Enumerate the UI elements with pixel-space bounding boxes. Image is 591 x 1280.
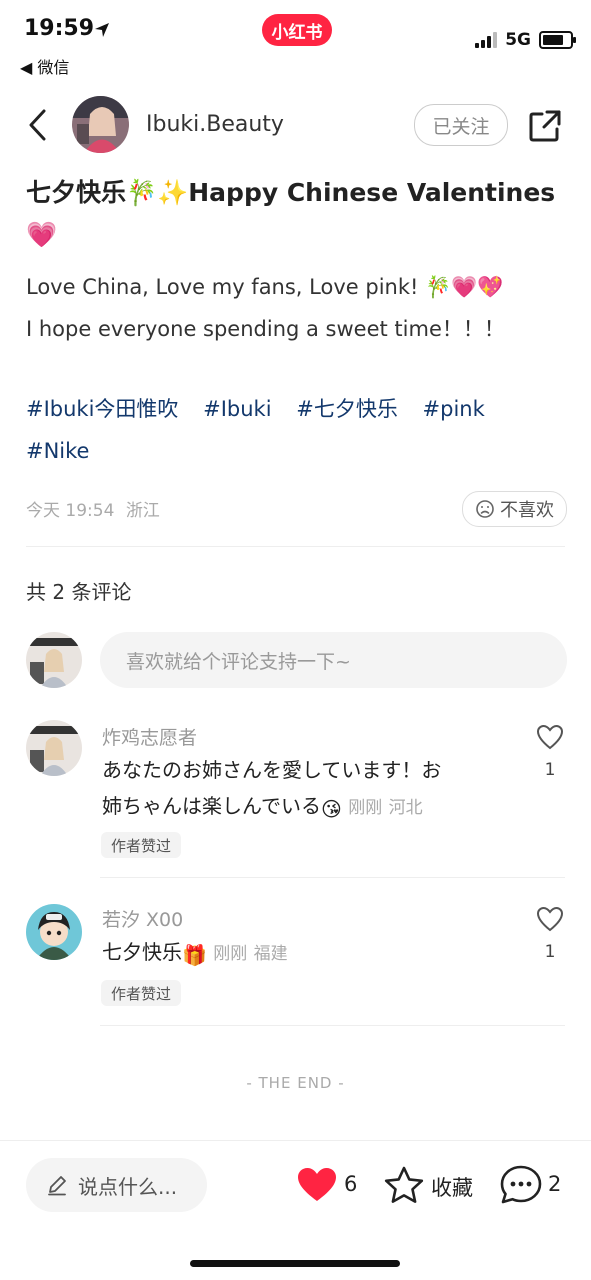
post-body-line: I hope everyone spending a sweet time！！！	[26, 317, 505, 341]
commenter-avatar[interactable]	[26, 720, 82, 776]
divider	[26, 546, 565, 547]
comment-username[interactable]: 炸鸡志愿者	[102, 723, 197, 750]
tag-link[interactable]: #pink	[423, 397, 485, 421]
post-date: 今天 19:54	[26, 501, 115, 521]
like-heart-icon[interactable]	[296, 1166, 338, 1204]
network-type: 5G	[505, 30, 531, 50]
dislike-label: 不喜欢	[500, 500, 554, 521]
my-avatar	[26, 632, 82, 688]
comment-bubble-icon[interactable]	[499, 1164, 543, 1206]
comment-text-line: 姉ちゃんは楽しんでいる😘 刚刚 河北	[102, 788, 502, 827]
comment-like-count: 1	[544, 942, 556, 962]
author-avatar[interactable]	[72, 96, 129, 153]
post-tags: #Ibuki今田惟吹 #Ibuki #七夕快乐 #pink #Nike	[26, 388, 571, 472]
comment-time: 刚刚	[213, 944, 248, 964]
home-indicator	[190, 1260, 400, 1267]
post-meta: 今天 19:54 浙江	[26, 496, 160, 521]
comment-time: 刚刚	[348, 798, 383, 818]
back-arrow-icon[interactable]	[26, 108, 50, 142]
comment-text-part: 七夕快乐	[102, 940, 182, 964]
comment-username[interactable]: 若汐 X00	[102, 905, 183, 932]
bottom-bar-divider	[0, 1140, 591, 1141]
author-liked-badge: 作者赞过	[101, 832, 182, 858]
follow-button[interactable]: 已关注	[414, 104, 508, 146]
end-marker: - THE END -	[246, 1074, 345, 1092]
post-title: 七夕快乐🎋✨Happy Chinese Valentines💗	[26, 178, 556, 249]
like-count: 6	[344, 1172, 358, 1196]
tag-link[interactable]: #Ibuki	[203, 397, 271, 421]
tag-link[interactable]: #七夕快乐	[296, 397, 398, 421]
pencil-icon	[48, 1176, 66, 1196]
comment-text-line: あなたのお姉さんを愛しています！お	[102, 758, 442, 782]
battery-icon	[539, 31, 576, 49]
author-liked-badge: 作者赞过	[101, 980, 182, 1006]
comment-text-part: 姉ちゃんは楽しんでいる	[102, 794, 321, 818]
comment-like-count: 1	[544, 760, 556, 780]
comment-emoji: 🎁	[182, 943, 207, 967]
divider	[100, 1025, 565, 1026]
heart-outline-icon[interactable]	[536, 906, 564, 932]
tag-link[interactable]: #Nike	[26, 439, 89, 463]
comments-count: 共 2 条评论	[26, 580, 132, 604]
comment-location: 福建	[253, 944, 288, 964]
bottom-input-placeholder: 说点什么...	[78, 1174, 178, 1199]
location-arrow-icon	[95, 23, 109, 37]
bottom-comment-input[interactable]: 说点什么...	[26, 1158, 207, 1212]
dislike-button[interactable]: 不喜欢	[462, 491, 567, 527]
commenter-avatar[interactable]	[26, 904, 82, 960]
status-indicators: 5G	[475, 30, 576, 50]
signal-icon	[475, 32, 498, 48]
tag-link[interactable]: #Ibuki今田惟吹	[26, 397, 178, 421]
comment-count: 2	[548, 1172, 562, 1196]
author-name[interactable]: Ibuki.Beauty	[146, 112, 284, 137]
post-body-line: Love China, Love my fans, Love pink! 🎋💗💖	[26, 275, 504, 299]
comment-location: 河北	[388, 798, 423, 818]
post-body: Love China, Love my fans, Love pink! 🎋💗💖…	[26, 266, 571, 350]
star-icon[interactable]	[383, 1165, 425, 1205]
app-badge: 小红书	[262, 14, 332, 46]
back-to-wechat[interactable]: ◀ 微信	[20, 54, 69, 78]
post-location: 浙江	[125, 501, 160, 521]
comment-text: あなたのお姉さんを愛しています！お 姉ちゃんは楽しんでいる😘 刚刚 河北	[102, 752, 502, 827]
divider	[100, 877, 565, 878]
comment-input[interactable]: 喜欢就给个评论支持一下~	[100, 632, 567, 688]
share-icon[interactable]	[527, 108, 563, 144]
comment-text: 七夕快乐🎁 刚刚 福建	[102, 934, 502, 973]
comment-emoji: 😘	[321, 797, 342, 821]
heart-outline-icon[interactable]	[536, 724, 564, 750]
sad-face-icon	[476, 500, 494, 518]
collect-label[interactable]: 收藏	[431, 1172, 473, 1202]
status-time: 19:59	[24, 16, 95, 41]
